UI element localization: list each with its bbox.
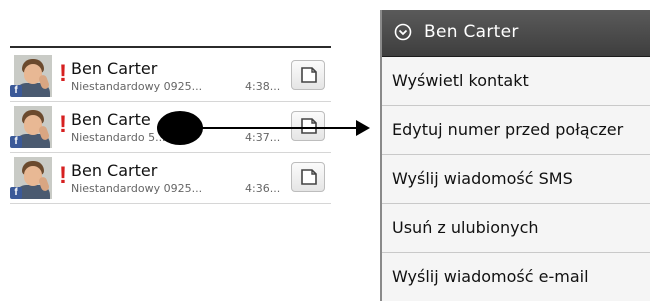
menu-item-send-email[interactable]: Wyślij wiadomość e-mail — [382, 253, 650, 301]
contact-name: Ben Carte — [71, 110, 151, 129]
facebook-icon: f — [10, 187, 22, 199]
chevron-down-circle-icon — [394, 23, 412, 41]
menu-item-label: Wyświetl kontakt — [392, 71, 529, 90]
context-menu-header: Ben Carter — [382, 10, 650, 57]
contact-avatar: f — [10, 155, 60, 201]
sms-button[interactable] — [291, 111, 325, 141]
contact-avatar: f — [10, 104, 60, 150]
facebook-icon: f — [10, 136, 22, 148]
call-time: 4:38... — [245, 80, 281, 93]
menu-item-remove-favorites[interactable]: Usuń z ulubionych — [382, 204, 650, 253]
facebook-icon: f — [10, 85, 22, 97]
call-time: 4:36... — [245, 182, 281, 195]
contact-name: Ben Carter — [71, 59, 158, 78]
missed-call-icon: ! — [59, 111, 67, 138]
menu-item-view-contact[interactable]: Wyświetl kontakt — [382, 57, 650, 106]
menu-item-label: Wyślij wiadomość e-mail — [392, 267, 589, 286]
context-menu-title: Ben Carter — [424, 22, 519, 42]
missed-call-icon: ! — [59, 162, 67, 189]
missed-call-icon: ! — [59, 60, 67, 87]
call-log-row[interactable]: f ! Ben Carter Niestandardowy 0925... 4:… — [10, 153, 331, 204]
call-log-row[interactable]: f ! Ben Carter Niestandardowy 0925... 4:… — [10, 51, 331, 102]
sms-compose-icon — [301, 67, 317, 83]
contact-name: Ben Carter — [71, 161, 158, 180]
sms-compose-icon — [301, 169, 317, 185]
menu-item-send-sms[interactable]: Wyślij wiadomość SMS — [382, 155, 650, 204]
sms-button[interactable] — [291, 60, 325, 90]
pointer-arrow — [196, 127, 358, 129]
call-time: 4:37... — [245, 131, 281, 144]
menu-item-label: Edytuj numer przed połączer — [392, 120, 624, 139]
contact-avatar: f — [10, 53, 60, 99]
sms-button[interactable] — [291, 162, 325, 192]
call-number: Niestandardowy 0925... — [71, 80, 203, 93]
menu-item-edit-number[interactable]: Edytuj numer przed połączer — [382, 106, 650, 155]
pointer-arrow-head — [356, 120, 370, 136]
context-menu: Ben Carter Wyświetl kontakt Edytuj numer… — [380, 10, 650, 301]
sms-compose-icon — [301, 118, 317, 134]
menu-item-label: Wyślij wiadomość SMS — [392, 169, 573, 188]
menu-item-label: Usuń z ulubionych — [392, 218, 539, 237]
call-number: Niestandardowy 0925... — [71, 182, 203, 195]
